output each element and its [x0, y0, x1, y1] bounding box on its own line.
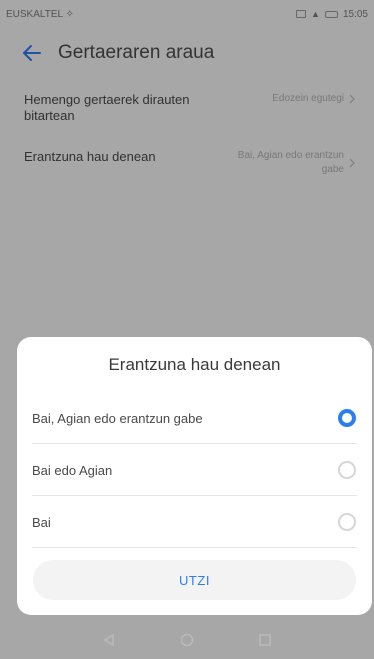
- triangle-back-icon[interactable]: [97, 628, 121, 652]
- option-yes-maybe[interactable]: Bai edo Agian: [17, 444, 372, 496]
- radio-unchecked-icon[interactable]: [338, 513, 356, 531]
- response-dialog: Erantzuna hau denean Bai, Agian edo eran…: [17, 337, 372, 615]
- option-yes-maybe-unanswered[interactable]: Bai, Agian edo erantzun gabe: [17, 392, 372, 444]
- radio-unchecked-icon[interactable]: [338, 461, 356, 479]
- cancel-wrap: UTZI: [17, 548, 372, 600]
- circle-home-icon[interactable]: [175, 628, 199, 652]
- radio-checked-icon[interactable]: [338, 409, 356, 427]
- option-label: Bai edo Agian: [32, 462, 113, 478]
- cancel-button[interactable]: UTZI: [33, 560, 356, 600]
- option-label: Bai: [32, 514, 51, 530]
- dialog-title: Erantzuna hau denean: [108, 354, 281, 374]
- navigation-bar: [0, 621, 374, 659]
- option-yes[interactable]: Bai: [17, 496, 372, 548]
- option-label: Bai, Agian edo erantzun gabe: [32, 410, 203, 426]
- screen: EUSKALTEL ✧ ▲ 15:05 Gertaeraren araua He…: [0, 0, 374, 659]
- square-recent-icon[interactable]: [253, 628, 277, 652]
